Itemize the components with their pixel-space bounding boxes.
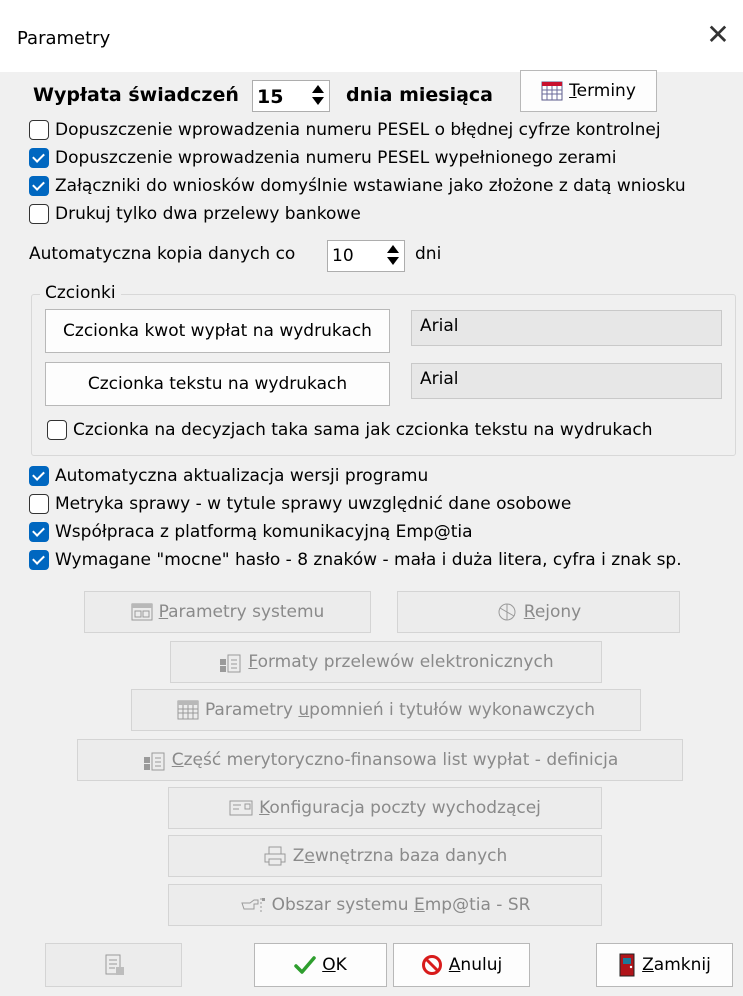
option-label: Drukuj tylko dwa przelewy bankowe — [55, 204, 361, 224]
payout-day-value: 15 — [257, 86, 284, 108]
close-button[interactable]: Zamknij — [596, 943, 733, 987]
empatia-area-label: mp@tia - SR — [424, 895, 531, 915]
option-pesel-checksum[interactable]: Dopuszczenie wprowadzenia numeru PESEL o… — [29, 120, 661, 140]
system-params-mnemonic: P — [158, 602, 169, 622]
checkbox-unchecked-icon[interactable] — [29, 494, 49, 514]
close-mnemonic: Z — [642, 955, 654, 975]
ok-button[interactable]: OK — [254, 943, 387, 987]
option-case-metadata[interactable]: Metryka sprawy - w tytule sprawy uwzględ… — [29, 494, 571, 514]
window-settings-icon — [131, 603, 153, 621]
spinner-arrows-icon[interactable] — [384, 244, 402, 268]
mail-config-label: onfiguracja poczty wychodzącej — [269, 798, 541, 818]
checkbox-unchecked-icon[interactable] — [29, 204, 49, 224]
fonts-legend: Czcionki — [40, 283, 121, 303]
option-strong-password[interactable]: Wymagane "mocne" hasło - 8 znaków - mała… — [29, 550, 682, 570]
reminder-params-label: pomnień i tytułów wykonawczych — [309, 700, 596, 720]
system-params-label: arametry systemu — [168, 602, 325, 622]
printer-icon — [264, 846, 286, 866]
calendar-icon — [541, 81, 563, 101]
option-same-font[interactable]: Czcionka na decyzjach taka sama jak czci… — [47, 420, 653, 440]
option-two-transfers[interactable]: Drukuj tylko dwa przelewy bankowe — [29, 204, 361, 224]
terminy-button[interactable]: Terminy — [520, 70, 657, 112]
text-font-button[interactable]: Czcionka tekstu na wydrukach — [45, 362, 390, 406]
terminy-label: erminy — [576, 81, 636, 101]
prohibited-icon — [421, 955, 442, 975]
amount-font-button[interactable]: Czcionka kwot wypłat na wydrukach — [45, 309, 390, 353]
spinner-arrows-icon[interactable] — [309, 84, 327, 108]
empatia-area-mnemonic: E — [413, 895, 425, 915]
regions-label: ejony — [534, 602, 582, 622]
pointing-hand-icon — [240, 898, 265, 912]
backup-label: Automatyczna kopia danych co — [29, 244, 296, 264]
option-auto-update[interactable]: Automatyczna aktualizacja wersji program… — [29, 466, 428, 486]
checkbox-unchecked-icon[interactable] — [47, 420, 67, 440]
checkmark-icon — [294, 956, 316, 974]
payout-label: Wypłata świadczeń — [33, 84, 239, 106]
system-params-button[interactable]: Parametry systemu — [84, 591, 371, 633]
window-title: Parametry — [17, 28, 111, 49]
option-label: Czcionka na decyzjach taka sama jak czci… — [73, 420, 653, 440]
option-label: Dopuszczenie wprowadzenia numeru PESEL o… — [55, 120, 661, 140]
empatia-area-button[interactable]: Obszar systemu Emp@tia - SR — [168, 884, 602, 926]
backup-unit: dni — [415, 244, 442, 264]
cancel-label: nuluj — [460, 955, 503, 975]
transfer-formats-mnemonic: F — [248, 652, 258, 672]
external-db-mnemonic: e — [304, 846, 315, 866]
amount-font-field: Arial — [411, 310, 722, 346]
regions-button[interactable]: Rejony — [397, 591, 680, 633]
external-db-button[interactable]: Zewnętrzna baza danych — [168, 835, 602, 877]
option-empatia[interactable]: Współpraca z platformą komunikacyjną Emp… — [29, 522, 473, 542]
reminder-params-button[interactable]: Parametry upomnień i tytułów wykonawczyc… — [131, 689, 641, 731]
backup-days-value: 10 — [332, 246, 354, 266]
payroll-part-button[interactable]: Część merytoryczno-finansowa list wypłat… — [77, 739, 683, 781]
checkbox-checked-icon[interactable] — [29, 148, 49, 168]
checkbox-unchecked-icon[interactable] — [29, 120, 49, 140]
regions-icon — [498, 603, 516, 621]
document-export-icon — [143, 752, 165, 771]
checkbox-checked-icon[interactable] — [29, 176, 49, 196]
backup-days-spinner[interactable]: 10 — [327, 240, 405, 272]
report-button[interactable] — [45, 943, 182, 987]
option-attachments-default[interactable]: Załączniki do wniosków domyślnie wstawia… — [29, 176, 686, 196]
checkbox-checked-icon[interactable] — [29, 522, 49, 542]
empatia-area-prefix: Obszar systemu — [271, 895, 414, 915]
option-label: Dopuszczenie wprowadzenia numeru PESEL w… — [55, 148, 617, 168]
option-label: Metryka sprawy - w tytule sprawy uwzględ… — [55, 494, 572, 514]
reminder-params-mnemonic: u — [298, 700, 310, 720]
ok-label: K — [335, 955, 347, 975]
document-export-icon — [220, 654, 241, 673]
door-icon — [619, 953, 635, 977]
external-db-label: wnętrzna baza danych — [314, 846, 508, 866]
payroll-part-label: zęść merytoryczno-finansowa list wypłat … — [183, 750, 619, 770]
text-font-field: Arial — [411, 363, 722, 399]
mail-config-button[interactable]: Konfiguracja poczty wychodzącej — [168, 787, 602, 829]
reminder-params-prefix: Parametry — [204, 700, 299, 720]
option-label: Wymagane "mocne" hasło - 8 znaków - mała… — [55, 550, 682, 570]
option-pesel-zeros[interactable]: Dopuszczenie wprowadzenia numeru PESEL w… — [29, 148, 616, 168]
option-label: Współpraca z platformą komunikacyjną Emp… — [55, 522, 473, 542]
payout-day-spinner[interactable]: 15 — [252, 80, 330, 112]
option-label: Automatyczna aktualizacja wersji program… — [55, 466, 429, 486]
calendar-icon — [177, 700, 199, 720]
transfer-formats-button[interactable]: Formaty przelewów elektronicznych — [170, 641, 602, 683]
payroll-part-mnemonic: C — [171, 750, 184, 770]
external-db-prefix: Z — [292, 846, 305, 866]
close-label: amknij — [653, 955, 711, 975]
cancel-mnemonic: A — [448, 955, 461, 975]
checkbox-checked-icon[interactable] — [29, 466, 49, 486]
terminy-mnemonic: T — [569, 81, 577, 101]
ok-mnemonic: O — [322, 955, 336, 975]
document-report-icon — [105, 954, 124, 975]
checkbox-checked-icon[interactable] — [29, 550, 49, 570]
regions-mnemonic: R — [523, 602, 535, 622]
envelope-icon — [229, 800, 253, 816]
option-label: Załączniki do wniosków domyślnie wstawia… — [55, 176, 686, 196]
transfer-formats-label: ormaty przelewów elektronicznych — [257, 652, 554, 672]
title-bar — [0, 0, 743, 72]
close-icon[interactable]: ✕ — [703, 20, 733, 50]
cancel-button[interactable]: Anuluj — [393, 943, 530, 987]
mail-config-mnemonic: K — [259, 798, 270, 818]
payout-label-after: dnia miesiąca — [346, 84, 493, 106]
